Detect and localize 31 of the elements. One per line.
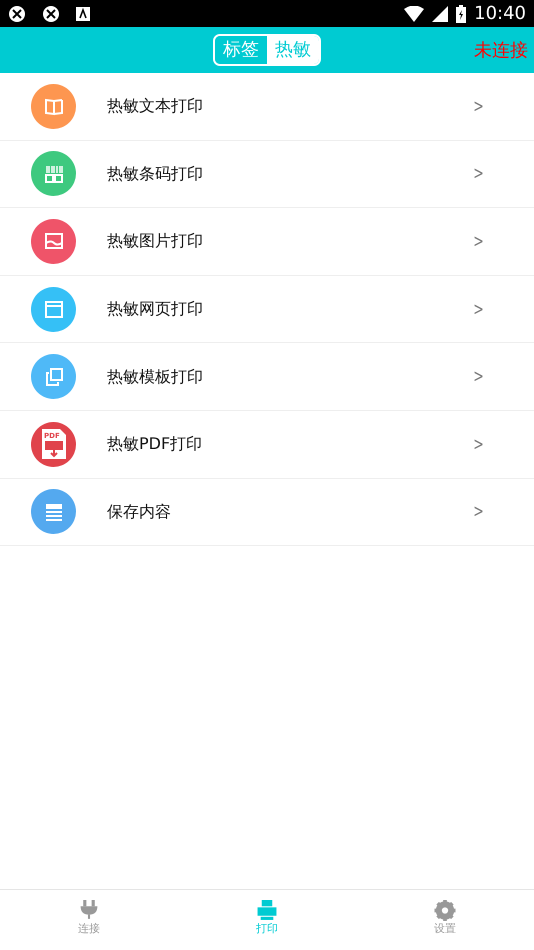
chevron-icon: > xyxy=(473,498,484,526)
chevron-icon: > xyxy=(473,92,484,120)
menu-label: 热敏图片打印 xyxy=(107,230,203,252)
chevron-icon: > xyxy=(473,430,484,458)
chevron-icon: > xyxy=(473,160,484,188)
printer-icon xyxy=(256,900,278,921)
battery-icon xyxy=(456,4,466,22)
menu-label: 热敏网页打印 xyxy=(107,298,203,320)
settings-icon xyxy=(434,900,456,921)
connection-status: 未连接 xyxy=(474,39,528,63)
menu-row[interactable]: 热敏文本打印 > xyxy=(0,73,534,141)
menu-label: 保存内容 xyxy=(107,500,171,523)
menu-row[interactable]: 热敏图片打印 > xyxy=(0,208,534,276)
menu-label: 热敏模板打印 xyxy=(107,366,203,388)
chevron-icon: > xyxy=(473,228,484,255)
signal-icon xyxy=(432,6,448,22)
wifi-icon xyxy=(404,6,424,22)
menu-label: 热敏文本打印 xyxy=(107,95,203,118)
menu-label: 热敏条码打印 xyxy=(107,162,203,185)
menu-row[interactable]: 热敏条码打印 > xyxy=(0,140,534,208)
app-icon xyxy=(42,4,60,22)
menu-label: 热敏PDF打印 xyxy=(107,433,202,456)
menu-row[interactable]: 热敏模板打印 > xyxy=(0,343,534,411)
status-time: 10:40 xyxy=(474,2,526,26)
chevron-icon: > xyxy=(473,363,484,390)
browser-window-icon xyxy=(42,298,64,320)
menu-row[interactable]: 热敏网页打印 > xyxy=(0,276,534,344)
chevron-icon: > xyxy=(473,296,484,323)
menu-row[interactable]: 保存内容 > xyxy=(0,478,534,546)
app-icon xyxy=(8,4,26,22)
plug-icon xyxy=(78,900,100,921)
